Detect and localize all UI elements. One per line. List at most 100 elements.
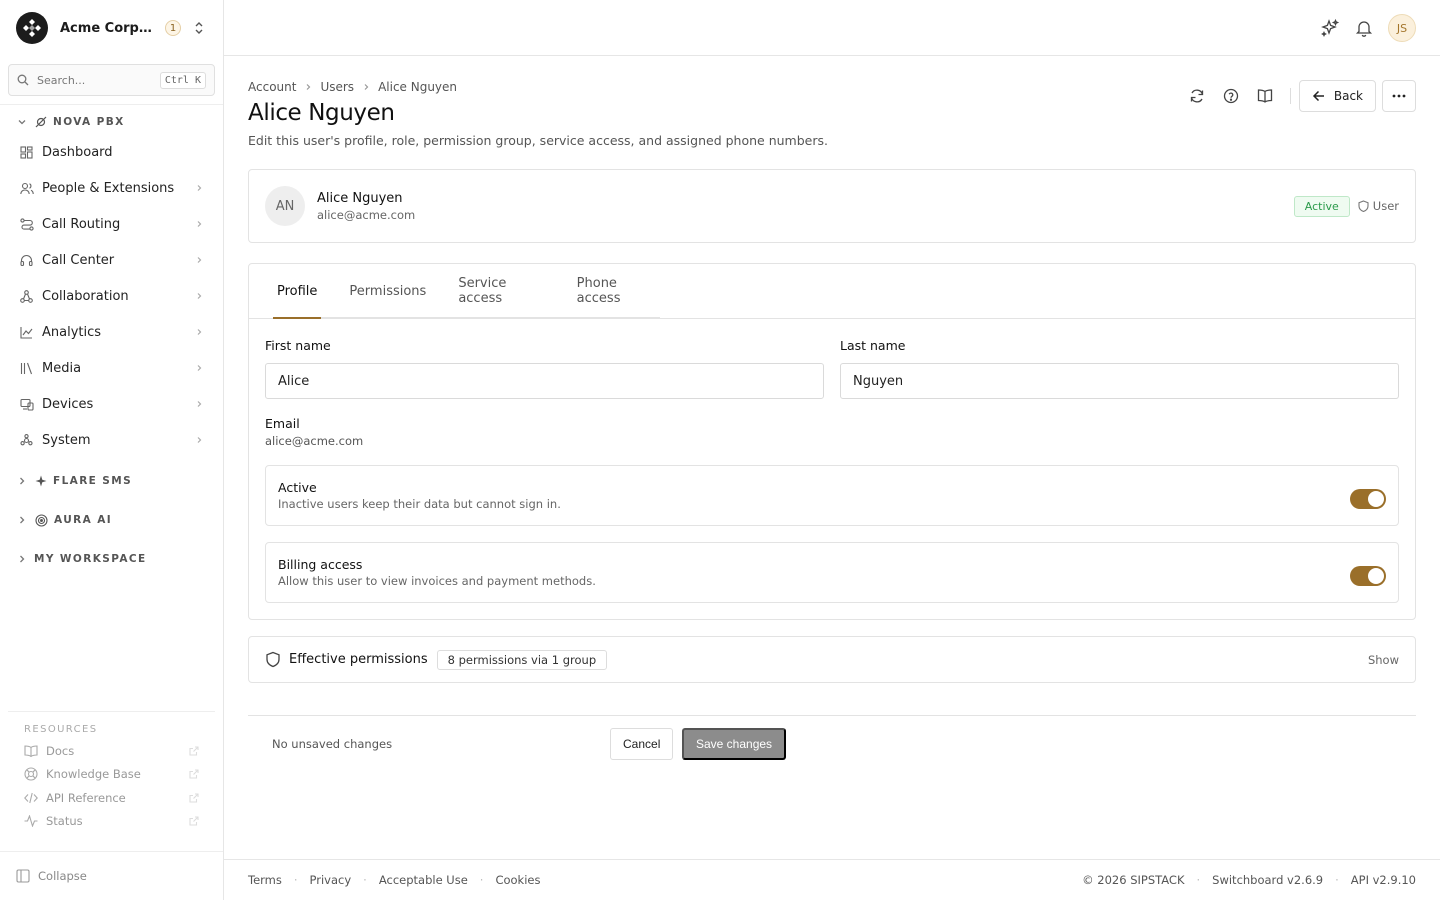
breadcrumb-users[interactable]: Users [320,80,354,94]
sidebar-item-media[interactable]: Media [0,350,223,386]
chevrons-updown-icon[interactable] [193,21,205,35]
first-name-label: First name [265,338,331,353]
active-toggle[interactable] [1350,489,1386,509]
search-shortcut: Ctrl K [159,71,206,89]
footer-link-privacy[interactable]: Privacy [310,873,352,887]
sidebar-item-collaboration[interactable]: Collaboration [0,278,223,314]
aura-icon [35,513,48,527]
email-value: alice@acme.com [265,434,364,448]
dashboard-icon [20,145,34,159]
resource-link-status[interactable]: Status [8,810,215,834]
org-switcher[interactable]: Acme Corporation 1 [0,0,223,56]
back-label: Back [1333,89,1363,103]
sidebar-item-label: Call Center [42,252,115,268]
last-name-input[interactable]: Nguyen [840,363,1399,399]
code-icon [24,792,38,804]
chevron-right-icon [17,515,29,525]
footer-link-terms[interactable]: Terms [248,873,282,887]
org-name: Acme Corporation [60,20,156,36]
user-avatar[interactable]: JS [1388,14,1416,42]
page-title: Alice Nguyen [248,100,395,126]
sidebar-item-people-extensions[interactable]: People & Extensions [0,170,223,206]
billing-setting-description: Allow this user to view invoices and pay… [278,574,596,588]
sidebar-item-analytics[interactable]: Analytics [0,314,223,350]
nav-section-label: FLARE SMS [53,475,133,487]
sidebar-item-label: Media [42,360,82,376]
breadcrumb-account[interactable]: Account [248,80,296,94]
email-label: Email [265,416,300,431]
tab-profile[interactable]: Profile [273,264,322,319]
tab-service-access[interactable]: Service access [454,264,548,318]
tab-permissions[interactable]: Permissions [345,264,430,318]
more-actions-button[interactable] [1382,80,1416,112]
book-open-icon[interactable] [1248,80,1282,112]
nav-section-my-workspace[interactable]: MY WORKSPACE [0,549,223,569]
sidebar-item-dashboard[interactable]: Dashboard [0,134,223,170]
cancel-button[interactable]: Cancel [610,728,674,760]
footer-separator: · [363,873,367,887]
footer-separator: · [479,873,484,887]
sidebar-item-label: Call Routing [42,216,121,232]
nav-section-flare-sms[interactable]: FLARE SMS [0,471,223,491]
resource-link-docs[interactable]: Docs [8,739,215,763]
org-badge: 1 [165,20,181,36]
active-setting-title: Active [278,480,317,495]
external-link-icon [189,793,199,803]
devices-icon [20,398,34,411]
nav-section-nova-pbx[interactable]: NOVA PBX [0,112,223,132]
resource-link-api-reference[interactable]: API Reference [8,786,215,810]
media-icon [20,362,34,375]
footer-separator: · [1335,873,1339,887]
sidebar-nav: NOVA PBX Dashboard People & Extensions C… [0,112,223,569]
resource-label: Docs [46,743,75,758]
billing-toggle[interactable] [1350,566,1386,586]
header-actions: Back [1180,80,1416,112]
role-label: User [1372,199,1399,213]
sidebar-item-call-center[interactable]: Call Center [0,242,223,278]
active-setting: Active Inactive users keep their data bu… [265,465,1399,526]
resource-label: Status [46,814,83,829]
first-name-input[interactable]: Alice [265,363,824,399]
sidebar-item-system[interactable]: System [0,422,223,458]
back-button[interactable]: Back [1298,80,1376,112]
last-name-label: Last name [840,338,906,353]
breadcrumb-current: Alice Nguyen [378,80,458,94]
footer-separator: · [293,873,298,887]
chevron-right-icon [17,554,29,564]
routing-icon [20,217,34,231]
sidebar-item-label: System [42,432,91,448]
topbar: JS [224,0,1440,56]
resource-link-knowledge-base[interactable]: Knowledge Base [8,763,215,787]
effective-permissions-card: Effective permissions 8 permissions via … [248,636,1416,683]
bell-icon[interactable] [1354,18,1374,38]
book-icon [24,745,38,757]
sidebar-item-devices[interactable]: Devices [0,386,223,422]
collapse-sidebar-button[interactable]: Collapse [0,851,223,900]
page-subtitle: Edit this user's profile, role, permissi… [248,133,828,148]
save-button[interactable]: Save changes [682,728,787,760]
footer-link-acceptable-use[interactable]: Acceptable Use [379,873,468,887]
footer-copyright: © 2026 SIPSTACK [1082,873,1185,887]
lifebuoy-icon [24,767,38,781]
footer-link-cookies[interactable]: Cookies [495,873,540,887]
chevron-right-icon [195,220,203,228]
user-avatar-large: AN [265,186,305,226]
billing-setting: Billing access Allow this user to view i… [265,542,1399,603]
user-edit-card: Profile Permissions Service access Phone… [248,263,1416,620]
user-name: Alice Nguyen [317,190,403,206]
nav-section-label: NOVA PBX [53,116,125,128]
search-input[interactable]: Search... Ctrl K [8,64,215,96]
ai-sparkles-icon[interactable] [1320,18,1340,38]
status-badge: Active [1293,195,1350,217]
tab-phone-access[interactable]: Phone access [573,264,660,318]
resources-panel: RESOURCES Docs Knowledge Base API Refere… [8,711,215,833]
help-icon[interactable] [1214,80,1248,112]
resources-heading: RESOURCES [24,724,98,735]
refresh-icon[interactable] [1180,80,1214,112]
sidebar-item-call-routing[interactable]: Call Routing [0,206,223,242]
show-permissions-button[interactable]: Show [1368,653,1399,667]
permissions-summary-badge: 8 permissions via 1 group [436,649,608,670]
chevron-right-icon [362,83,370,91]
nav-section-aura-ai[interactable]: AURA AI [0,510,223,530]
nova-icon [35,116,47,128]
